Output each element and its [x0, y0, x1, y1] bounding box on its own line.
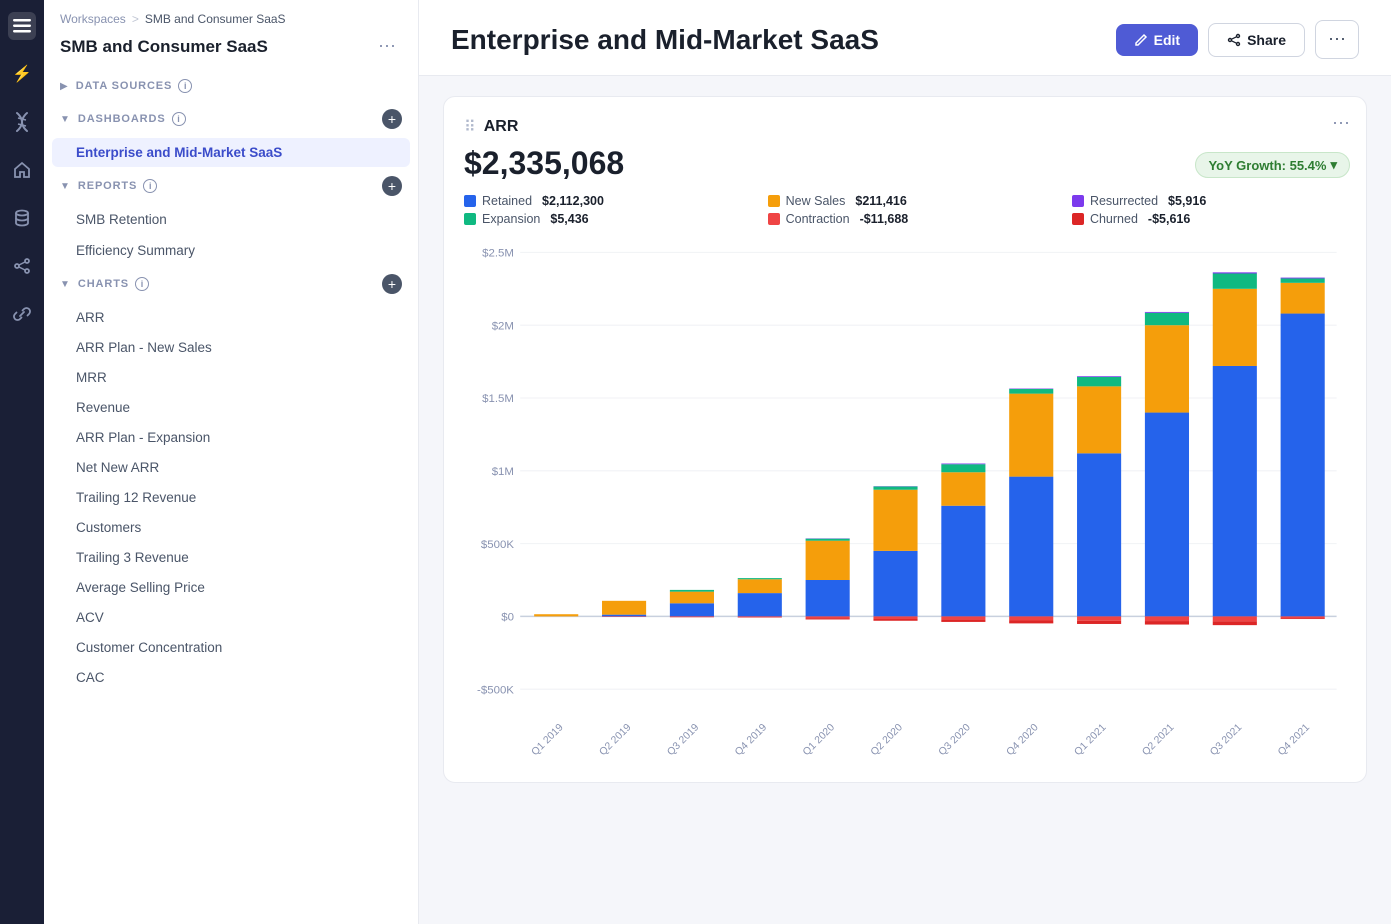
svg-text:Q1 2019: Q1 2019	[530, 722, 566, 758]
svg-text:Q4 2020: Q4 2020	[1005, 722, 1041, 758]
header-actions: Edit Share ⋯	[1116, 20, 1359, 59]
workspace-title: SMB and Consumer SaaS	[60, 37, 268, 57]
reports-section[interactable]: ▼ REPORTS i +	[44, 168, 418, 204]
workspace-more-button[interactable]: ⋯	[372, 34, 402, 59]
main-area: Enterprise and Mid-Market SaaS Edit Shar…	[419, 0, 1391, 924]
drag-handle-icon: ⠿	[464, 117, 476, 137]
legend-item: Churned-$5,616	[1072, 212, 1346, 226]
nav-icon-share[interactable]	[8, 252, 36, 280]
svg-text:$2.5M: $2.5M	[482, 248, 514, 260]
svg-text:$1M: $1M	[492, 466, 514, 478]
page-title: Enterprise and Mid-Market SaaS	[451, 24, 879, 56]
chart-legend: Retained$2,112,300 New Sales$211,416 Resur…	[464, 194, 1346, 226]
nav-icon-menu[interactable]	[8, 12, 36, 40]
charts-list: ARRARR Plan - New SalesMRRRevenueARR Pla…	[44, 302, 418, 693]
dashboards-chevron: ▼	[60, 114, 70, 125]
yoy-growth-badge[interactable]: YoY Growth: 55.4% ▾	[1195, 152, 1350, 178]
sidebar-item-chart[interactable]: MRR	[52, 363, 410, 392]
legend-item: Retained$2,112,300	[464, 194, 744, 208]
charts-chevron: ▼	[60, 279, 70, 290]
sidebar-item-chart[interactable]: ARR Plan - Expansion	[52, 423, 410, 452]
svg-text:$500K: $500K	[481, 539, 514, 551]
svg-text:$0: $0	[501, 612, 514, 624]
sidebar-item-chart[interactable]: Customer Concentration	[52, 633, 410, 662]
svg-text:$1.5M: $1.5M	[482, 393, 514, 405]
svg-text:$2M: $2M	[492, 320, 514, 332]
breadcrumb: Workspaces > SMB and Consumer SaaS	[44, 0, 418, 30]
sidebar-item-chart[interactable]: Average Selling Price	[52, 573, 410, 602]
svg-text:Q3 2019: Q3 2019	[665, 722, 701, 758]
breadcrumb-separator: >	[132, 12, 139, 26]
dashboards-label: DASHBOARDS	[78, 113, 166, 125]
workspace-header: SMB and Consumer SaaS ⋯	[44, 30, 418, 71]
card-menu-button[interactable]: ⋯	[1332, 113, 1350, 134]
sidebar-item-enterprise[interactable]: Enterprise and Mid-Market SaaS	[52, 138, 410, 167]
legend-item: Expansion$5,436	[464, 212, 744, 226]
charts-info-icon[interactable]: i	[135, 277, 149, 291]
breadcrumb-current: SMB and Consumer SaaS	[145, 12, 286, 26]
data-sources-section[interactable]: ▶ DATA SOURCES i	[44, 71, 418, 101]
edit-label: Edit	[1154, 32, 1180, 48]
share-label: Share	[1247, 32, 1286, 48]
svg-text:Q3 2020: Q3 2020	[937, 722, 973, 758]
bar-chart: $2.5M $2M $1.5M $1M $500K $0 -$500K	[464, 242, 1346, 762]
nav-icon-database[interactable]	[8, 204, 36, 232]
data-sources-label: DATA SOURCES	[76, 80, 173, 92]
charts-add-button[interactable]: +	[382, 274, 402, 294]
dashboards-section[interactable]: ▼ DASHBOARDS i +	[44, 101, 418, 137]
data-sources-info-icon[interactable]: i	[178, 79, 192, 93]
edit-button[interactable]: Edit	[1116, 24, 1198, 56]
nav-icon-home[interactable]	[8, 156, 36, 184]
dashboards-add-button[interactable]: +	[382, 109, 402, 129]
charts-label: CHARTS	[78, 278, 129, 290]
svg-text:Q2 2020: Q2 2020	[869, 722, 905, 758]
legend-item: Resurrected$5,916	[1072, 194, 1346, 208]
sidebar-item-chart[interactable]: ARR	[52, 303, 410, 332]
reports-info-icon[interactable]: i	[143, 179, 157, 193]
chart-title: ARR	[484, 118, 519, 136]
nav-icon-link[interactable]	[8, 300, 36, 328]
content-area: ⠿ ARR ⋯ $2,335,068 YoY Growth: 55.4% ▾ R…	[419, 76, 1391, 924]
dashboards-info-icon[interactable]: i	[172, 112, 186, 126]
data-sources-chevron: ▶	[60, 81, 68, 92]
sidebar-item-chart[interactable]: Customers	[52, 513, 410, 542]
sidebar-item-smb-retention[interactable]: SMB Retention	[52, 205, 410, 234]
svg-text:Q1 2021: Q1 2021	[1073, 722, 1109, 758]
arr-chart-card: ⠿ ARR ⋯ $2,335,068 YoY Growth: 55.4% ▾ R…	[443, 96, 1367, 783]
sidebar-item-efficiency-summary[interactable]: Efficiency Summary	[52, 236, 410, 265]
svg-text:Q2 2021: Q2 2021	[1140, 722, 1176, 758]
charts-section[interactable]: ▼ CHARTS i +	[44, 266, 418, 302]
chart-card-header: ⠿ ARR	[464, 117, 1346, 137]
svg-text:Q3 2021: Q3 2021	[1208, 722, 1244, 758]
share-icon	[1227, 33, 1241, 47]
reports-add-button[interactable]: +	[382, 176, 402, 196]
sidebar-item-chart[interactable]: ARR Plan - New Sales	[52, 333, 410, 362]
svg-text:Q4 2019: Q4 2019	[733, 722, 769, 758]
reports-label: REPORTS	[78, 180, 137, 192]
svg-text:Q4 2021: Q4 2021	[1276, 722, 1312, 758]
reports-chevron: ▼	[60, 181, 70, 192]
sidebar-item-chart[interactable]: Trailing 3 Revenue	[52, 543, 410, 572]
yoy-label: YoY Growth: 55.4%	[1208, 158, 1326, 173]
svg-text:Q1 2020: Q1 2020	[801, 722, 837, 758]
sidebar-item-chart[interactable]: Revenue	[52, 393, 410, 422]
legend-item: Contraction-$11,688	[768, 212, 1048, 226]
edit-icon	[1134, 33, 1148, 47]
sidebar-item-chart[interactable]: CAC	[52, 663, 410, 692]
yoy-chevron-icon: ▾	[1330, 157, 1337, 173]
left-panel: Workspaces > SMB and Consumer SaaS SMB a…	[44, 0, 419, 924]
breadcrumb-workspaces[interactable]: Workspaces	[60, 12, 126, 26]
sidebar-nav: ⚡	[0, 0, 44, 924]
main-header: Enterprise and Mid-Market SaaS Edit Shar…	[419, 0, 1391, 76]
svg-text:Q2 2019: Q2 2019	[598, 722, 634, 758]
sidebar-item-chart[interactable]: ACV	[52, 603, 410, 632]
share-button[interactable]: Share	[1208, 23, 1305, 57]
sidebar-item-chart[interactable]: Trailing 12 Revenue	[52, 483, 410, 512]
svg-text:-$500K: -$500K	[477, 684, 514, 696]
nav-icon-dna[interactable]	[8, 108, 36, 136]
nav-icon-lightning[interactable]: ⚡	[8, 60, 36, 88]
more-options-button[interactable]: ⋯	[1315, 20, 1359, 59]
sidebar-item-chart[interactable]: Net New ARR	[52, 453, 410, 482]
legend-item: New Sales$211,416	[768, 194, 1048, 208]
